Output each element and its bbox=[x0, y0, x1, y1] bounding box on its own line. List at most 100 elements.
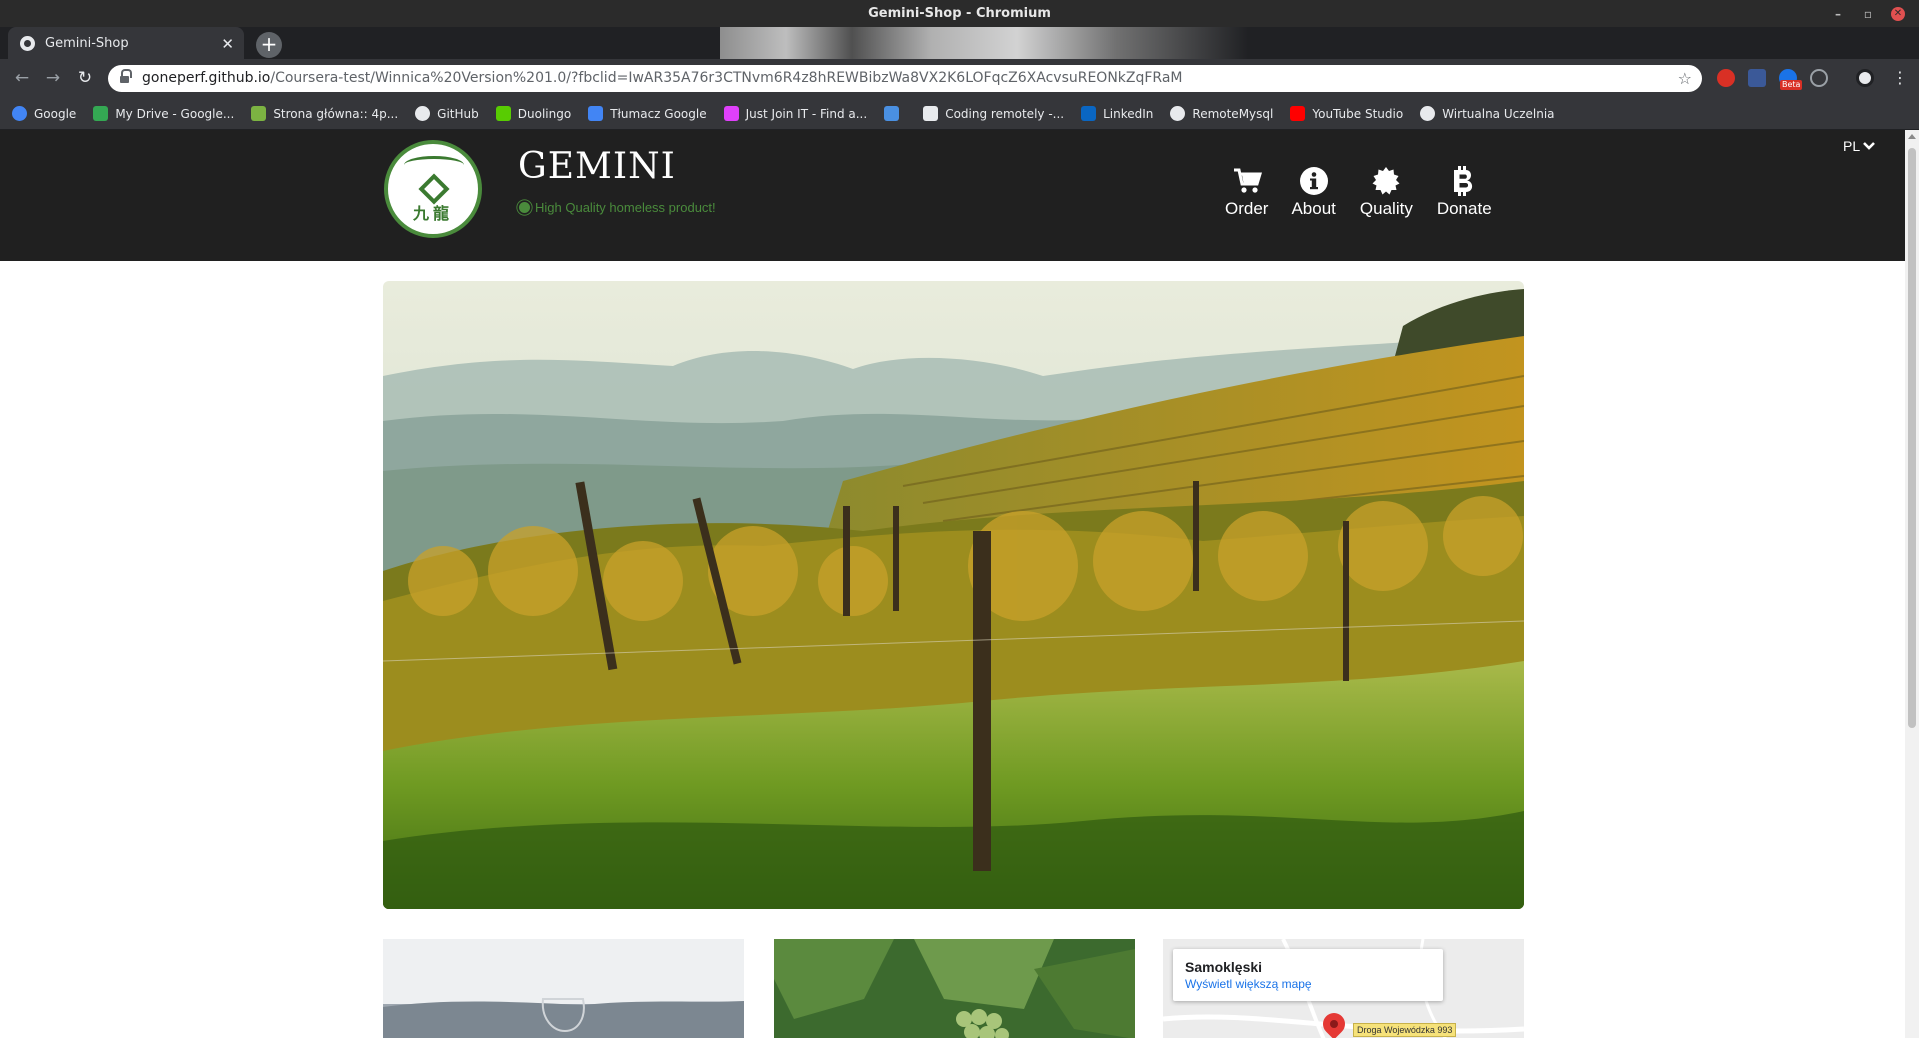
language-selector[interactable]: PL bbox=[1843, 138, 1876, 154]
translate-icon bbox=[588, 106, 604, 121]
bookmark-label: Google bbox=[34, 106, 77, 121]
window-title: Gemini-Shop - Chromium bbox=[868, 6, 1051, 21]
site-logo[interactable]: 九龍 bbox=[384, 140, 482, 238]
extension-badge: Beta bbox=[1780, 80, 1803, 90]
url-host: goneperf.github.io bbox=[142, 70, 271, 86]
bookmark-item[interactable]: Duolingo bbox=[495, 106, 572, 121]
nav-donate[interactable]: Donate bbox=[1437, 166, 1492, 226]
tabstrip-theme-image bbox=[720, 27, 1380, 59]
address-bar[interactable]: goneperf.github.io/Coursera-test/Winnica… bbox=[108, 65, 1702, 92]
bookmark-star-icon[interactable]: ☆ bbox=[1678, 65, 1692, 92]
bookmark-item[interactable]: Tłumacz Google bbox=[588, 106, 707, 121]
bookmark-item[interactable] bbox=[884, 106, 906, 121]
site-brand[interactable]: GEMINI bbox=[518, 146, 676, 187]
bookmark-label: My Drive - Google... bbox=[115, 106, 235, 121]
bookmark-item[interactable]: My Drive - Google... bbox=[93, 106, 234, 121]
forward-icon[interactable]: → bbox=[43, 68, 63, 88]
bookmark-item[interactable]: GitHub bbox=[415, 106, 479, 121]
tab-title: Gemini-Shop bbox=[45, 35, 129, 51]
logo-glyphs: 九龍 bbox=[412, 204, 453, 223]
menu-icon[interactable]: ⋮ bbox=[1890, 68, 1910, 88]
cart-icon bbox=[1232, 166, 1262, 196]
linkedin-icon bbox=[1081, 106, 1097, 121]
certificate-icon bbox=[518, 201, 531, 214]
bookmark-item[interactable]: YouTube Studio bbox=[1290, 106, 1403, 121]
new-tab-button[interactable]: + bbox=[256, 32, 282, 58]
back-icon[interactable]: ← bbox=[12, 68, 32, 88]
reload-icon[interactable]: ↻ bbox=[75, 68, 95, 88]
bookmark-item[interactable]: Strona główna:: 4p... bbox=[251, 106, 398, 121]
nav-about[interactable]: About bbox=[1291, 166, 1336, 226]
site-header: 九龍 GEMINI High Quality homeless product!… bbox=[0, 130, 1905, 261]
window-controls: – ▫ ✕ bbox=[1815, 0, 1905, 27]
tab-gemini-shop[interactable]: Gemini-Shop ✕ bbox=[8, 27, 244, 59]
scrollbar-thumb[interactable] bbox=[1908, 148, 1916, 728]
tab-close-icon[interactable]: ✕ bbox=[221, 35, 234, 53]
bookmark-label: Just Join IT - Find a... bbox=[745, 106, 868, 121]
globe-icon bbox=[20, 35, 35, 51]
bookmark-item[interactable]: Wirtualna Uczelnia bbox=[1420, 106, 1555, 121]
hero-vineyard-image bbox=[383, 281, 1524, 909]
bookmark-label: Coding remotely -... bbox=[945, 106, 1065, 121]
bookmark-label: Strona główna:: 4p... bbox=[273, 106, 399, 121]
bookmark-label: RemoteMysql bbox=[1192, 106, 1274, 121]
bookmark-label: GitHub bbox=[437, 106, 479, 121]
page-viewport: 九龍 GEMINI High Quality homeless product!… bbox=[0, 130, 1919, 1038]
youtube-icon bbox=[1290, 106, 1306, 121]
main-nav: Order About Quality Donate bbox=[1225, 166, 1492, 226]
bookmark-label: Tłumacz Google bbox=[610, 106, 707, 121]
site-tagline: High Quality homeless product! bbox=[518, 200, 716, 215]
minimize-icon[interactable]: – bbox=[1831, 7, 1845, 21]
bookmark-label: Wirtualna Uczelnia bbox=[1442, 106, 1555, 121]
nav-quality[interactable]: Quality bbox=[1360, 166, 1413, 226]
map-info-popup: Samoklęski Wyświetl większą mapę bbox=[1173, 949, 1443, 1001]
bookmark-label: Duolingo bbox=[517, 106, 572, 121]
bookmark-item[interactable]: Google bbox=[12, 106, 76, 121]
github-icon bbox=[415, 106, 431, 121]
drive-icon bbox=[93, 106, 109, 121]
nav-donate-label: Donate bbox=[1436, 199, 1492, 218]
nav-quality-label: Quality bbox=[1359, 199, 1413, 218]
bookmark-item[interactable]: Coding remotely -... bbox=[923, 106, 1064, 121]
globe-icon bbox=[1420, 106, 1436, 121]
profile-avatar[interactable] bbox=[1856, 69, 1874, 87]
language-label: PL bbox=[1843, 138, 1861, 154]
bitcoin-icon bbox=[1451, 166, 1477, 196]
tab-strip: Gemini-Shop ✕ + bbox=[0, 27, 1919, 59]
card-wine-image bbox=[383, 939, 744, 1038]
window-close-icon[interactable]: ✕ bbox=[1891, 6, 1905, 21]
map-embed[interactable]: Samoklęski Wyświetl większą mapę Droga W… bbox=[1163, 939, 1524, 1038]
extension-icon[interactable] bbox=[1748, 69, 1766, 87]
dragon-emblem bbox=[404, 156, 464, 174]
globe-icon bbox=[1170, 106, 1186, 121]
info-icon bbox=[1299, 166, 1329, 196]
maximize-icon[interactable]: ▫ bbox=[1861, 7, 1875, 21]
google-icon bbox=[12, 106, 27, 121]
certificate-icon bbox=[1371, 166, 1401, 196]
chevron-down-icon bbox=[1863, 142, 1876, 150]
nav-order[interactable]: Order bbox=[1225, 166, 1268, 226]
scroll-up-icon[interactable] bbox=[1908, 134, 1916, 139]
lock-icon bbox=[120, 69, 132, 84]
bookmark-item[interactable]: LinkedIn bbox=[1081, 106, 1153, 121]
duolingo-icon bbox=[495, 106, 511, 121]
bookmark-item[interactable]: Just Join IT - Find a... bbox=[723, 106, 868, 121]
site-icon bbox=[251, 106, 267, 121]
map-road-label: Droga Wojewódzka 993 bbox=[1353, 1023, 1457, 1037]
justjoin-icon bbox=[723, 106, 739, 121]
bookmarks-bar: Google My Drive - Google... Strona główna:… bbox=[0, 98, 1919, 130]
nav-about-label: About bbox=[1291, 199, 1336, 218]
window-titlebar: Gemini-Shop - Chromium – ▫ ✕ bbox=[0, 0, 1919, 27]
map-larger-link[interactable]: Wyświetl większą mapę bbox=[1185, 977, 1431, 991]
bookmark-item[interactable]: RemoteMysql bbox=[1170, 106, 1273, 121]
browser-toolbar: ← → ↻ goneperf.github.io/Coursera-test/W… bbox=[0, 59, 1919, 98]
sync-extension-icon[interactable] bbox=[1810, 69, 1828, 87]
nav-order-label: Order bbox=[1225, 199, 1269, 218]
bookmark-label: LinkedIn bbox=[1103, 106, 1154, 121]
card-grapes-image bbox=[774, 939, 1135, 1038]
remote-icon bbox=[923, 106, 939, 121]
map-place-name: Samoklęski bbox=[1185, 959, 1263, 975]
adblock-extension-icon[interactable] bbox=[1717, 69, 1735, 87]
tagline-text: High Quality homeless product! bbox=[535, 200, 716, 215]
page-scrollbar[interactable] bbox=[1905, 130, 1919, 1038]
